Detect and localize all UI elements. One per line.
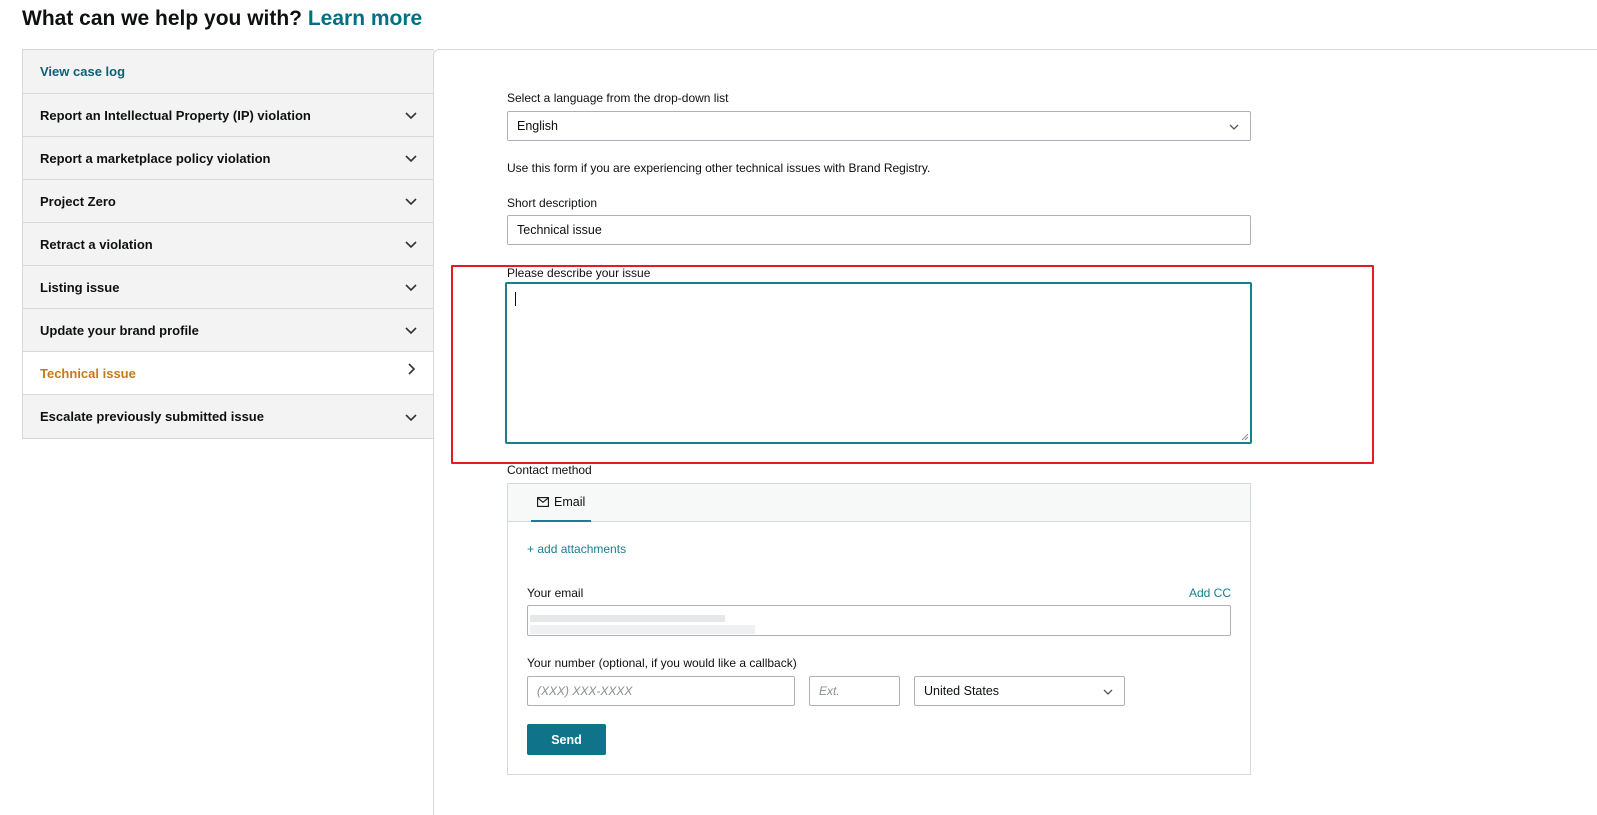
sidebar-item-escalate[interactable]: Escalate previously submitted issue (23, 395, 434, 438)
sidebar-item-view-case-log[interactable]: View case log (23, 50, 434, 94)
phone-number-placeholder: (XXX) XXX-XXXX (537, 684, 633, 698)
sidebar-item-technical-issue[interactable]: Technical issue (23, 352, 434, 395)
country-select-value: United States (924, 684, 1000, 698)
page-title: What can we help you with? Learn more (22, 7, 422, 31)
redacted-email (530, 625, 755, 634)
learn-more-link[interactable]: Learn more (308, 7, 422, 30)
page-title-text: What can we help you with? (22, 7, 303, 30)
sidebar-item-label: Project Zero (40, 193, 116, 209)
chevron-down-icon (404, 280, 418, 294)
short-description-label: Short description (507, 196, 598, 210)
sidebar-item-label: Report a marketplace policy violation (40, 150, 271, 166)
sidebar-item-label: Update your brand profile (40, 322, 199, 338)
phone-number-input[interactable]: (XXX) XXX-XXXX (527, 676, 795, 706)
resize-grip-icon[interactable] (1241, 433, 1249, 441)
contact-method-label: Contact method (507, 463, 592, 477)
describe-issue-textarea[interactable] (505, 282, 1252, 444)
phone-ext-placeholder: Ext. (819, 684, 840, 698)
sidebar-item-brand-profile[interactable]: Update your brand profile (23, 309, 434, 352)
sidebar-item-retract-violation[interactable]: Retract a violation (23, 223, 434, 266)
sidebar-item-ip-violation[interactable]: Report an Intellectual Property (IP) vio… (23, 94, 434, 137)
phone-number-label: Your number (optional, if you would like… (527, 656, 797, 670)
sidebar: View case log Report an Intellectual Pro… (22, 49, 434, 439)
language-select[interactable]: English (507, 111, 1251, 141)
form-intro-text: Use this form if you are experiencing ot… (507, 161, 931, 175)
envelope-icon (537, 497, 549, 507)
language-label: Select a language from the drop-down lis… (507, 91, 729, 105)
chevron-down-icon (1103, 689, 1113, 695)
chevron-down-icon (404, 194, 418, 208)
sidebar-item-project-zero[interactable]: Project Zero (23, 180, 434, 223)
text-cursor (515, 292, 516, 306)
short-description-value: Technical issue (517, 223, 602, 237)
chevron-down-icon (404, 323, 418, 337)
chevron-down-icon (404, 410, 418, 424)
chevron-right-icon (404, 362, 418, 376)
chevron-down-icon (404, 108, 418, 122)
sidebar-item-marketplace-policy[interactable]: Report a marketplace policy violation (23, 137, 434, 180)
chevron-down-icon (1229, 124, 1239, 130)
country-select[interactable]: United States (914, 676, 1125, 706)
language-select-value: English (517, 119, 558, 133)
sidebar-item-label: View case log (40, 64, 126, 79)
tab-email-label: Email (554, 495, 586, 509)
sidebar-item-label: Listing issue (40, 279, 120, 295)
contact-tabs: Email (508, 484, 1250, 522)
sidebar-item-listing-issue[interactable]: Listing issue (23, 266, 434, 309)
add-cc-link[interactable]: Add CC (1189, 586, 1231, 600)
tab-email[interactable]: Email (531, 484, 592, 522)
send-button[interactable]: Send (527, 724, 606, 755)
sidebar-item-label: Retract a violation (40, 236, 153, 252)
redacted-email (530, 615, 725, 622)
short-description-input[interactable]: Technical issue (507, 215, 1251, 245)
add-attachments-link[interactable]: + add attachments (527, 542, 626, 556)
sidebar-item-label: Escalate previously submitted issue (40, 409, 264, 424)
describe-issue-label: Please describe your issue (507, 266, 651, 280)
your-email-label: Your email (527, 586, 584, 600)
chevron-down-icon (404, 151, 418, 165)
email-input[interactable] (527, 605, 1231, 636)
sidebar-item-label: Technical issue (40, 365, 136, 381)
phone-ext-input[interactable]: Ext. (809, 676, 900, 706)
sidebar-item-label: Report an Intellectual Property (IP) vio… (40, 107, 311, 123)
chevron-down-icon (404, 237, 418, 251)
